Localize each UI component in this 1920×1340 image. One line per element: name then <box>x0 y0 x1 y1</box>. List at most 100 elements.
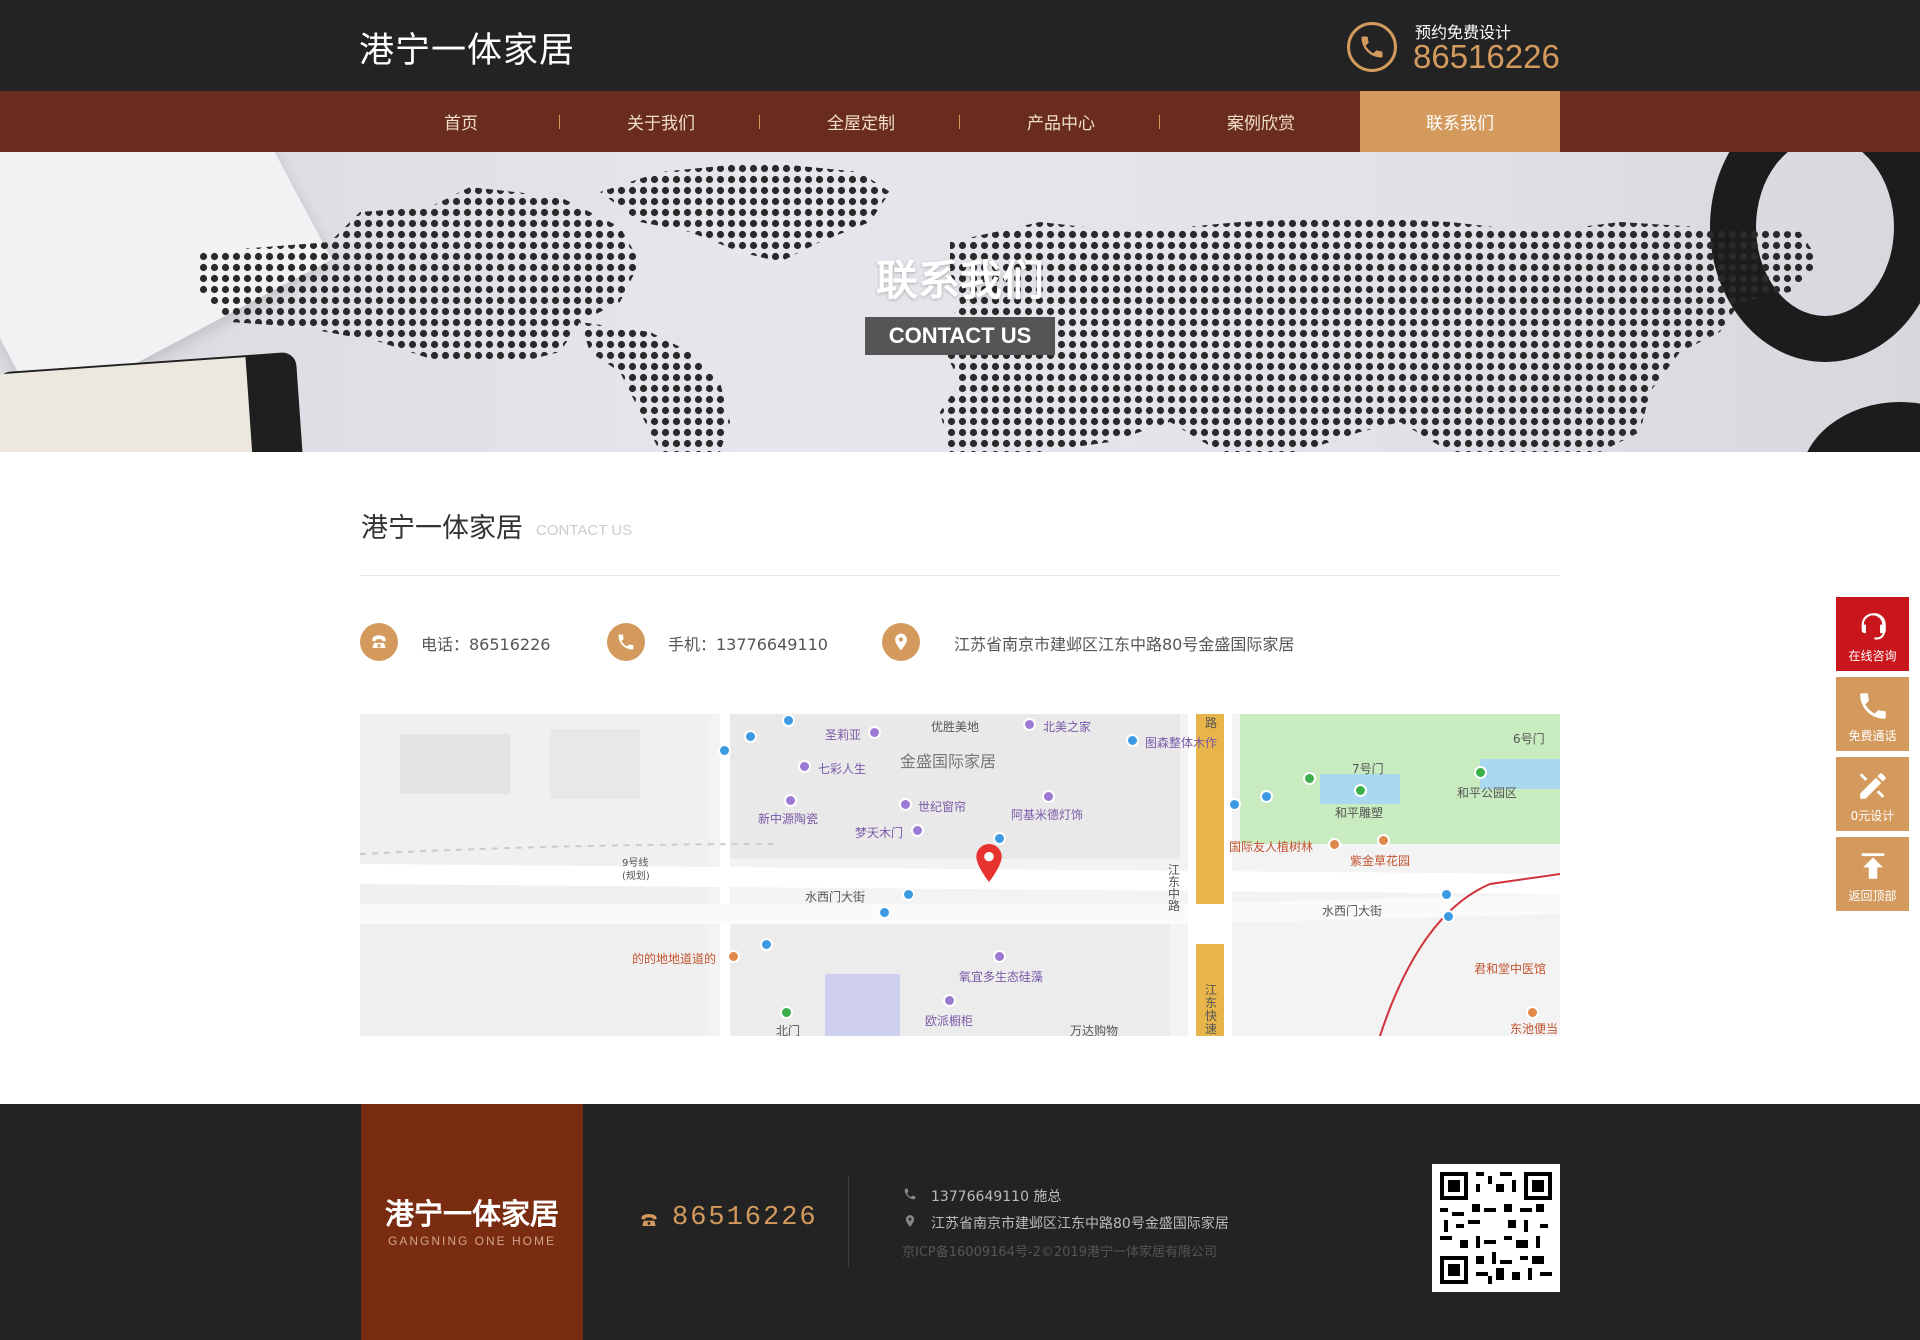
contact-telephone: 电话：86516226 <box>421 635 551 654</box>
shop-icon <box>1042 790 1055 803</box>
qr-code <box>1432 1164 1560 1292</box>
section-title: 港宁一体家居 <box>361 513 523 544</box>
map-label: 水西门大街 <box>1322 904 1383 918</box>
location-pin-icon <box>882 623 920 661</box>
nav-item-contact[interactable]: 联系我们 <box>1360 91 1560 152</box>
site-logo[interactable]: 港宁一体家居 <box>359 22 575 73</box>
map-label: 水西门大街 <box>805 890 866 904</box>
top-header: 港宁一体家居 <box>0 0 1920 91</box>
food-icon <box>727 950 740 963</box>
park-icon <box>1303 772 1316 785</box>
map-label: 万达购物 <box>1070 1024 1119 1036</box>
toilet-icon <box>760 938 773 951</box>
map-label: 七彩人生 <box>818 762 867 776</box>
section-divider <box>360 575 1560 576</box>
phone-icon <box>904 1188 916 1200</box>
map-label: 6号门 <box>1513 732 1545 746</box>
nav-item-custom[interactable]: 全屋定制 <box>761 91 961 152</box>
phone-circle-icon <box>1347 22 1397 72</box>
map-label: (规划) <box>622 871 650 882</box>
shop-icon <box>1023 718 1036 731</box>
side-free-design-button[interactable]: 0元设计 <box>1836 757 1909 831</box>
footer-brand-name: 港宁一体家居 <box>384 1197 559 1231</box>
map-label: 新中源陶瓷 <box>758 812 819 826</box>
scenic-icon <box>1328 838 1341 851</box>
map-label: 氧宜多生态硅藻 <box>959 970 1044 984</box>
map-label: 江东中路 <box>1168 863 1181 913</box>
map-label: 欧派橱柜 <box>925 1014 974 1028</box>
side-back-to-top-button[interactable]: 返回顶部 <box>1836 837 1909 911</box>
parking-icon <box>744 730 757 743</box>
map-label: 和平雕塑 <box>1335 806 1384 820</box>
telephone-icon <box>360 623 398 661</box>
park-icon <box>1474 766 1487 779</box>
side-label: 返回顶部 <box>1848 889 1897 903</box>
map-label: 图森整体木作 <box>1145 736 1218 750</box>
qr-code-icon <box>1440 1172 1552 1284</box>
map-label: 阿基米德灯饰 <box>1011 808 1084 822</box>
side-label: 在线咨询 <box>1848 649 1897 663</box>
map-label-jinsheng: 金盛国际家居 <box>900 752 997 771</box>
hotline-number: 86516226 <box>1413 38 1560 75</box>
side-free-call-button[interactable]: 免费通话 <box>1836 677 1909 751</box>
section-subtitle: CONTACT US <box>536 522 633 539</box>
page-banner: 联系我们 CONTACT US <box>0 152 1920 452</box>
footer-divider <box>848 1176 849 1268</box>
nav-divider <box>759 115 760 129</box>
arrow-up-icon <box>1861 853 1885 879</box>
side-label: 免费通话 <box>1848 729 1897 743</box>
footer-mobile: 13776649110 施总 <box>931 1189 1062 1205</box>
parking-icon <box>782 714 795 727</box>
banner-title: 联系我们 <box>875 256 1044 305</box>
shop-icon <box>1126 734 1139 747</box>
nav-item-cases[interactable]: 案例欣赏 <box>1161 91 1361 152</box>
bus-stop-icon <box>718 744 731 757</box>
headset-icon <box>1861 613 1886 640</box>
shop-icon <box>943 994 956 1007</box>
shop-icon <box>868 726 881 739</box>
location-marker-icon[interactable] <box>976 844 1002 882</box>
side-online-consult-button[interactable]: 在线咨询 <box>1836 597 1909 671</box>
footer-address: 江苏省南京市建邺区江东中路80号金盛国际家居 <box>931 1216 1229 1232</box>
bus-stop-icon <box>1260 790 1273 803</box>
map-label: 路 <box>1205 716 1218 730</box>
pencil-ruler-icon <box>1859 773 1886 799</box>
map-label: 北门 <box>776 1024 801 1036</box>
shop-icon <box>899 798 912 811</box>
location-map[interactable]: 金盛国际家居 圣莉亚 优胜美地 北美之家 图森整体木作 七彩人生 世纪窗帘 新中… <box>360 714 1560 1036</box>
scenic-icon <box>1377 834 1390 847</box>
map-label: 国际友人植树林 <box>1229 840 1314 854</box>
map-label: 梦天木门 <box>855 826 904 840</box>
shop-icon <box>993 950 1006 963</box>
shop-icon <box>798 760 811 773</box>
bus-stop-icon <box>1440 888 1453 901</box>
nav-divider <box>959 115 960 129</box>
nav-item-products[interactable]: 产品中心 <box>961 91 1161 152</box>
food-icon <box>1526 1006 1539 1019</box>
footer-brand-en: GANGNING ONE HOME <box>387 1234 556 1248</box>
exit-icon <box>780 1006 793 1019</box>
bus-stop-icon <box>1442 910 1455 923</box>
map-label: 紫金草花园 <box>1350 854 1411 868</box>
nav-item-home[interactable]: 首页 <box>361 91 561 152</box>
phone-icon <box>1860 693 1886 719</box>
map-label: 东池便当 <box>1510 1022 1559 1036</box>
footer-icp: 京ICP备16009164号-2©2019港宁一体家居有限公司 <box>902 1245 1217 1260</box>
side-label: 0元设计 <box>1850 809 1895 823</box>
footer-phone: 86516226 <box>672 1203 818 1233</box>
contact-address: 江苏省南京市建邺区江东中路80号金盛国际家居 <box>954 635 1295 654</box>
map-label: 北美之家 <box>1043 720 1092 734</box>
banner-subtitle: CONTACT US <box>865 317 1055 355</box>
map-label: 的的地地道道的 <box>632 952 717 966</box>
phone-icon <box>607 623 645 661</box>
map-label: 和平公园区 <box>1457 786 1518 800</box>
telephone-icon <box>641 1214 657 1226</box>
footer-brand-block: 港宁一体家居 GANGNING ONE HOME <box>361 1104 583 1340</box>
map-label: 7号门 <box>1352 762 1384 776</box>
map-label: 君和堂中医馆 <box>1474 962 1547 976</box>
map-label: 优胜美地 <box>931 720 980 734</box>
contact-mobile: 手机：13776649110 <box>668 635 828 654</box>
nav-item-about[interactable]: 关于我们 <box>561 91 761 152</box>
map-label: 圣莉亚 <box>825 728 862 742</box>
bus-stop-icon <box>1228 798 1241 811</box>
